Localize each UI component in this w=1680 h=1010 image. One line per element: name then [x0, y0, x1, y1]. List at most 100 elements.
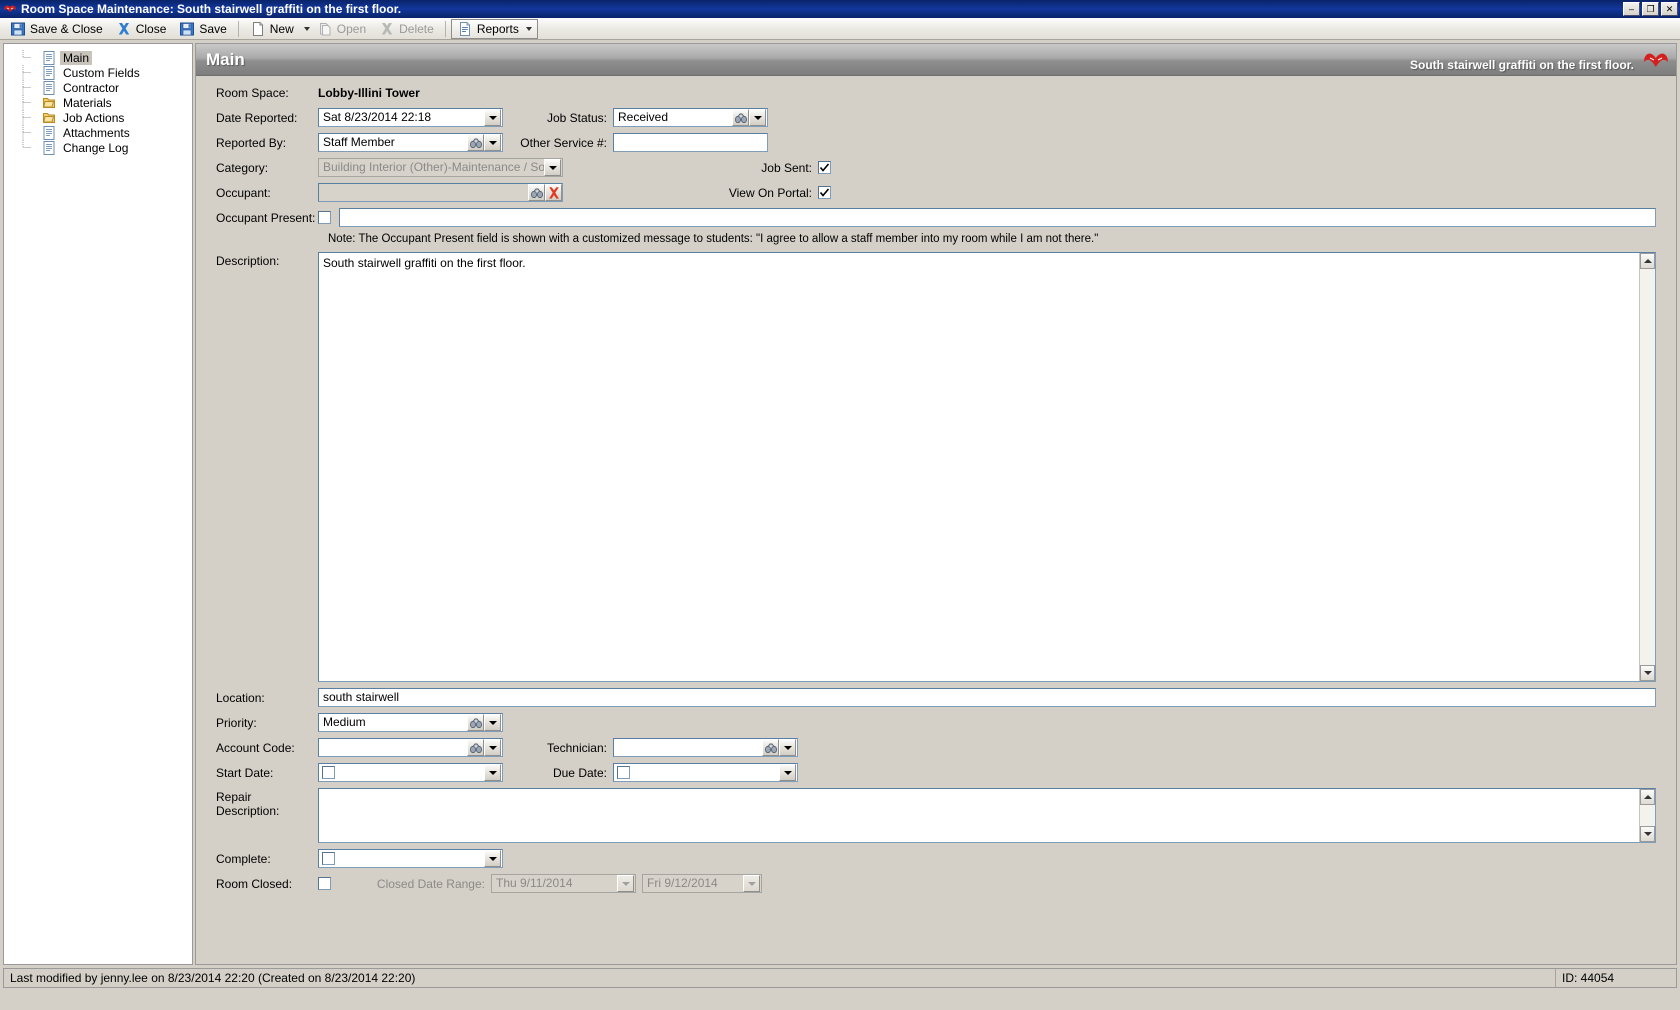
repair-description-row: Repair Description: — [206, 788, 1666, 843]
description-textarea[interactable]: South stairwell graffiti on the first fl… — [318, 252, 1656, 682]
job-sent-checkbox[interactable] — [818, 161, 831, 174]
reports-button[interactable]: Reports — [450, 18, 538, 39]
main-pane: Main South stairwell graffiti on the fir… — [195, 43, 1677, 965]
minimize-button[interactable]: – — [1623, 2, 1640, 16]
start-date-input[interactable] — [318, 763, 503, 782]
location-input[interactable]: south stairwell — [318, 688, 1656, 707]
room-closed-row: Room Closed: Closed Date Range: Thu 9/11… — [206, 874, 1666, 893]
closed-date-to-input[interactable]: Fri 9/12/2014 — [642, 874, 762, 893]
due-date-checkbox[interactable] — [617, 766, 630, 779]
account-code-dropdown-button[interactable] — [484, 739, 501, 756]
closed-date-range-label: Closed Date Range: — [376, 876, 485, 891]
reported-by-lookup-button[interactable] — [467, 134, 484, 151]
priority-row: Priority: Medium — [206, 713, 1666, 732]
binoculars-icon — [734, 113, 747, 123]
maximize-button[interactable]: ❐ — [1642, 2, 1659, 16]
reported-by-input[interactable]: Staff Member — [318, 133, 503, 152]
closed-date-from-input[interactable]: Thu 9/11/2014 — [491, 874, 636, 893]
repair-description-scrollbar[interactable] — [1639, 789, 1655, 842]
location-row: Location: south stairwell — [206, 688, 1666, 707]
job-status-input[interactable]: Received — [613, 108, 768, 127]
closed-date-from-value: Thu 9/11/2014 — [496, 876, 573, 890]
save-and-close-button[interactable]: Save & Close — [4, 19, 109, 39]
occupant-input[interactable] — [318, 183, 563, 202]
category-label: Category: — [216, 160, 269, 175]
sidebar-item-label: Main — [60, 50, 93, 65]
technician-lookup-button[interactable] — [762, 739, 779, 756]
tree-connector-icon — [22, 95, 31, 110]
close-label: Close — [135, 21, 167, 36]
sidebar-item-change-log[interactable]: Change Log — [4, 140, 192, 155]
complete-checkbox[interactable] — [322, 852, 335, 865]
sidebar-item-main[interactable]: Main — [4, 50, 192, 65]
technician-dropdown-button[interactable] — [779, 739, 796, 756]
priority-dropdown-button[interactable] — [484, 714, 501, 731]
other-service-input[interactable] — [613, 133, 768, 152]
occupant-present-checkbox[interactable] — [318, 211, 331, 224]
document-icon — [43, 50, 55, 65]
occupant-clear-button[interactable] — [545, 184, 562, 201]
start-date-dropdown-button[interactable] — [484, 764, 501, 781]
account-code-input[interactable] — [318, 738, 503, 757]
occupant-lookup-button[interactable] — [528, 184, 545, 201]
priority-input[interactable]: Medium — [318, 713, 503, 732]
scroll-up-button[interactable] — [1640, 789, 1655, 805]
close-button[interactable]: ✕ — [1661, 2, 1678, 16]
date-reported-value: Sat 8/23/2014 22:18 — [323, 110, 432, 124]
scroll-track[interactable] — [1640, 805, 1655, 826]
description-label: Description: — [216, 254, 280, 268]
job-status-dropdown-button[interactable] — [749, 109, 766, 126]
new-button[interactable]: New — [244, 19, 300, 39]
delete-x-icon — [379, 21, 395, 37]
scroll-down-button[interactable] — [1640, 665, 1655, 681]
delete-button[interactable]: Delete — [373, 19, 440, 39]
record-id-text: ID: 44054 — [1562, 971, 1615, 985]
sidebar-item-job-actions[interactable]: Job Actions — [4, 110, 192, 125]
closed-date-from-dropdown-button[interactable] — [617, 875, 634, 892]
description-scrollbar[interactable] — [1639, 253, 1655, 681]
account-code-row: Account Code: Technician: — [206, 738, 1666, 757]
sidebar-item-attachments[interactable]: Attachments — [4, 125, 192, 140]
category-input[interactable]: Building Interior (Other)-Maintenance / … — [318, 158, 563, 177]
view-on-portal-checkbox[interactable] — [818, 186, 831, 199]
new-dropdown-caret-icon[interactable] — [303, 26, 310, 31]
date-reported-dropdown-button[interactable] — [484, 109, 501, 126]
repair-description-textarea[interactable] — [318, 788, 1656, 843]
priority-label: Priority: — [216, 715, 257, 730]
sidebar-item-custom-fields[interactable]: Custom Fields — [4, 65, 192, 80]
due-date-input[interactable] — [613, 763, 798, 782]
date-reported-input[interactable]: Sat 8/23/2014 22:18 — [318, 108, 503, 127]
description-value: South stairwell graffiti on the first fl… — [323, 256, 526, 270]
priority-lookup-button[interactable] — [467, 714, 484, 731]
date-reported-label: Date Reported: — [216, 110, 298, 125]
scroll-track[interactable] — [1640, 269, 1655, 665]
open-button[interactable]: Open — [311, 19, 372, 39]
save-and-close-label: Save & Close — [30, 21, 103, 36]
reported-by-row: Reported By: Staff Member Other Service … — [206, 133, 1666, 152]
account-code-lookup-button[interactable] — [467, 739, 484, 756]
reported-by-dropdown-button[interactable] — [484, 134, 501, 151]
scroll-down-button[interactable] — [1640, 826, 1655, 842]
close-button-toolbar[interactable]: Close — [110, 19, 173, 39]
complete-dropdown-button[interactable] — [484, 850, 501, 867]
description-row: Description: South stairwell graffiti on… — [206, 252, 1666, 682]
technician-input[interactable] — [613, 738, 798, 757]
closed-date-to-value: Fri 9/12/2014 — [647, 876, 718, 890]
sidebar-item-contractor[interactable]: Contractor — [4, 80, 192, 95]
complete-input[interactable] — [318, 849, 503, 868]
start-date-checkbox[interactable] — [322, 766, 335, 779]
reports-dropdown-caret-icon[interactable] — [525, 26, 532, 31]
closed-date-to-dropdown-button[interactable] — [743, 875, 760, 892]
due-date-dropdown-button[interactable] — [779, 764, 796, 781]
room-closed-checkbox[interactable] — [318, 877, 331, 890]
job-status-lookup-button[interactable] — [732, 109, 749, 126]
tree-connector-icon — [22, 140, 31, 148]
scroll-up-button[interactable] — [1640, 253, 1655, 269]
occupant-present-input[interactable] — [339, 208, 1656, 227]
due-date-label: Due Date: — [552, 765, 607, 780]
occupant-present-note: Note: The Occupant Present field is show… — [328, 233, 1099, 245]
category-value: Building Interior (Other)-Maintenance / … — [323, 160, 544, 174]
save-button[interactable]: Save — [173, 19, 232, 39]
sidebar-item-materials[interactable]: Materials — [4, 95, 192, 110]
category-dropdown-button[interactable] — [544, 159, 561, 176]
